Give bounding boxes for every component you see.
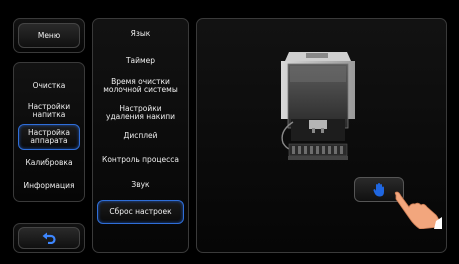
left-item-information[interactable]: Информация [14,175,84,197]
left-item-label: Очистка [32,81,66,90]
submenu-item-timer[interactable]: Таймер [93,50,188,72]
submenu-item-language[interactable]: Язык [93,23,188,45]
pointing-finger-icon [394,191,442,229]
left-item-label: Калибровка [25,158,73,167]
submenu-panel: Язык Таймер Время очистки молочной систе… [92,18,189,253]
left-item-drink-settings[interactable]: Настройки напитка [14,99,84,123]
submenu-item-label: Звук [131,180,150,189]
menu-button-label: Меню [37,30,61,40]
left-item-calibration[interactable]: Калибровка [14,152,84,174]
back-button[interactable] [18,227,80,249]
left-item-machine-settings[interactable]: Настройка аппарата [18,124,80,150]
submenu-item-label: Таймер [125,56,156,65]
back-arrow-icon [42,232,56,244]
submenu-item-process-control[interactable]: Контроль процесса [93,149,188,171]
submenu-item-factory-reset[interactable]: Сброс настроек [97,200,184,224]
submenu-item-label: Дисплей [123,131,158,140]
submenu-item-milk-cleaning-time[interactable]: Время очистки молочной системы [93,73,188,99]
left-item-cleaning[interactable]: Очистка [14,75,84,97]
left-item-label: Настройка аппарата [27,128,71,145]
submenu-item-display[interactable]: Дисплей [93,125,188,147]
left-item-label: Информация [23,181,75,190]
submenu-item-descaling-settings[interactable]: Настройки удаления накипи [93,100,188,126]
submenu-item-label: Сброс настроек [109,207,172,216]
menu-button[interactable]: Меню [18,23,80,48]
submenu-item-label: Время очистки молочной системы [103,77,178,94]
submenu-item-sound[interactable]: Звук [93,174,188,196]
left-menu-panel: Очистка Настройки напитка Настройка аппа… [13,62,85,202]
submenu-item-label: Настройки удаления накипи [106,104,175,121]
submenu-item-label: Язык [130,29,151,38]
left-item-label: Настройки напитка [27,102,71,119]
preview-panel [196,18,447,253]
hand-icon [373,182,384,196]
submenu-item-label: Контроль процесса [102,155,179,164]
